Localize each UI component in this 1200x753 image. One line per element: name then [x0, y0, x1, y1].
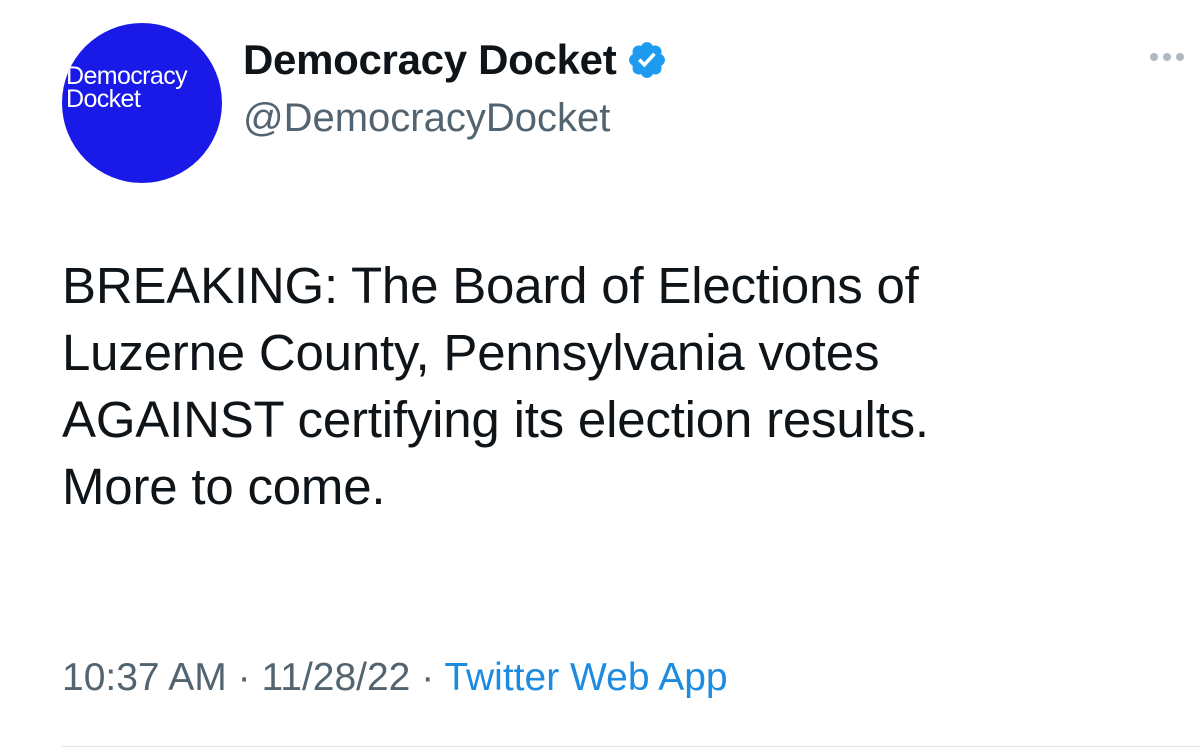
tweet-text-line: BREAKING: The Board of Elections of [62, 257, 919, 314]
avatar-logo-text: Democracy Docket [66, 62, 188, 113]
more-dot [1163, 53, 1171, 61]
tweet-time[interactable]: 10:37 AM [62, 656, 227, 699]
tweet-text: BREAKING: The Board of Elections of Luze… [62, 252, 1192, 520]
more-options-icon[interactable] [1150, 50, 1194, 64]
tweet-text-line: AGAINST certifying its election results. [62, 391, 929, 448]
meta-separator: · [410, 656, 445, 699]
author-handle[interactable]: @DemocracyDocket [243, 96, 610, 141]
tweet-date[interactable]: 11/28/22 [261, 656, 410, 699]
display-name[interactable]: Democracy Docket [243, 36, 617, 84]
tweet-card: Democracy Docket Democracy Docket @Democ… [0, 0, 1200, 753]
divider [62, 746, 1200, 747]
tweet-text-line: More to come. [62, 458, 386, 515]
tweet-source-link[interactable]: Twitter Web App [444, 656, 727, 699]
tweet-text-line: Luzerne County, Pennsylvania votes [62, 324, 880, 381]
meta-separator: · [226, 656, 262, 699]
verified-badge-icon [629, 42, 666, 78]
more-dot [1150, 53, 1158, 61]
tweet-metadata: 10:37 AM · 11/28/22 · Twitter Web App [62, 656, 728, 700]
author-name-row: Democracy Docket [243, 36, 668, 84]
avatar[interactable]: Democracy Docket [62, 23, 222, 183]
more-dot [1176, 53, 1184, 61]
